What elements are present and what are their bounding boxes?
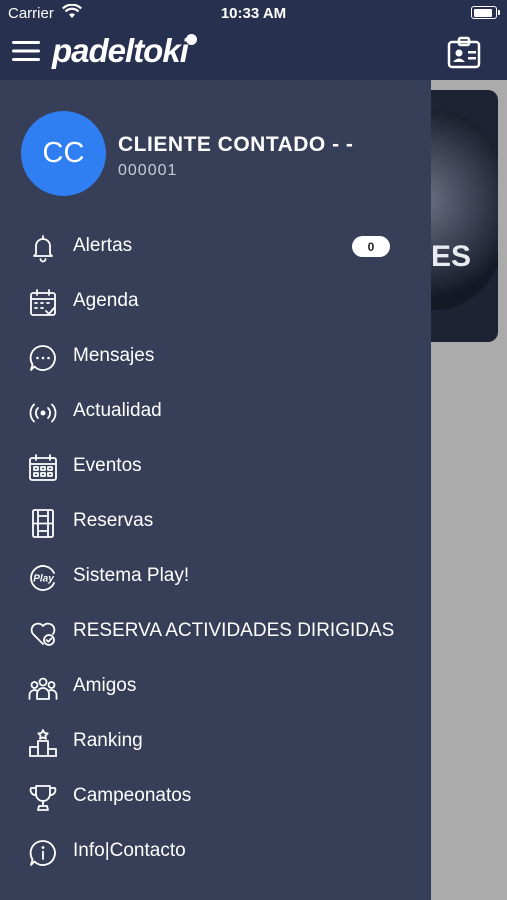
menu-item-campeonatos[interactable]: Campeonatos — [0, 770, 431, 825]
menu-label-actualidad: Actualidad — [73, 400, 162, 421]
drawer-menu: Alertas 0 Agenda Mensajes Actualidad Eve… — [0, 220, 431, 880]
menu-label-sistema-play: Sistema Play! — [73, 565, 190, 586]
menu-item-agenda[interactable]: Agenda — [0, 275, 431, 330]
menu-item-reservas[interactable]: Reservas — [0, 495, 431, 550]
promo-banner[interactable]: ES — [431, 90, 498, 342]
menu-item-eventos[interactable]: Eventos — [0, 440, 431, 495]
banner-text: ES — [431, 240, 472, 273]
status-bar: Carrier 10:33 AM — [0, 0, 507, 28]
info-icon — [27, 837, 59, 869]
menu-item-actualidad[interactable]: Actualidad — [0, 385, 431, 440]
battery-icon — [471, 6, 500, 19]
broadcast-icon — [27, 397, 59, 429]
menu-label-info-contacto: Info|Contacto — [73, 840, 186, 861]
battery-level-fill — [473, 8, 493, 17]
id-card-icon[interactable] — [447, 36, 481, 70]
menu-label-reservas: Reservas — [73, 510, 154, 531]
app-header: padeltoki — [0, 28, 507, 80]
menu-label-eventos: Eventos — [73, 455, 142, 476]
menu-label-agenda: Agenda — [73, 290, 139, 311]
menu-item-amigos[interactable]: Amigos — [0, 660, 431, 715]
status-time: 10:33 AM — [220, 5, 287, 22]
logo-ball — [185, 34, 197, 45]
court-icon — [27, 507, 59, 539]
play-badge-icon: Play — [27, 562, 59, 594]
svg-text:Play: Play — [33, 574, 54, 585]
menu-label-ranking: Ranking — [73, 730, 143, 751]
menu-item-reserva-actividades[interactable]: RESERVA ACTIVIDADES DIRIGIDAS — [0, 605, 431, 660]
menu-label-campeonatos: Campeonatos — [73, 785, 192, 806]
chat-bubble-icon — [27, 342, 59, 374]
group-icon — [27, 672, 59, 704]
menu-item-ranking[interactable]: Ranking — [0, 715, 431, 770]
trophy-icon — [27, 782, 59, 814]
calendar-grid-icon — [27, 452, 59, 484]
menu-item-sistema-play[interactable]: Play Sistema Play! — [0, 550, 431, 605]
user-avatar[interactable]: CC — [21, 111, 106, 196]
menu-label-amigos: Amigos — [73, 675, 137, 696]
app-logo: padeltoki — [52, 32, 197, 70]
menu-label-reserva-actividades: RESERVA ACTIVIDADES DIRIGIDAS — [73, 620, 395, 641]
menu-label-alertas: Alertas — [73, 235, 133, 256]
user-name: CLIENTE CONTADO - - — [118, 133, 354, 156]
podium-icon — [27, 727, 59, 759]
menu-item-alertas[interactable]: Alertas 0 — [0, 220, 431, 275]
hamburger-icon[interactable] — [12, 38, 42, 64]
calendar-check-icon — [27, 287, 59, 319]
menu-item-info-contacto[interactable]: Info|Contacto — [0, 825, 431, 880]
alerts-count-badge: 0 — [352, 236, 390, 257]
menu-label-mensajes: Mensajes — [73, 345, 155, 366]
menu-item-mensajes[interactable]: Mensajes — [0, 330, 431, 385]
app-logo-text: padeltoki — [52, 32, 189, 69]
heart-check-icon — [27, 617, 59, 649]
bell-icon — [27, 232, 59, 264]
side-drawer: CC CLIENTE CONTADO - - 000001 Alertas 0 … — [0, 80, 431, 900]
banner-image — [431, 110, 498, 310]
avatar-initials: CC — [42, 137, 85, 169]
user-code: 000001 — [118, 162, 178, 179]
